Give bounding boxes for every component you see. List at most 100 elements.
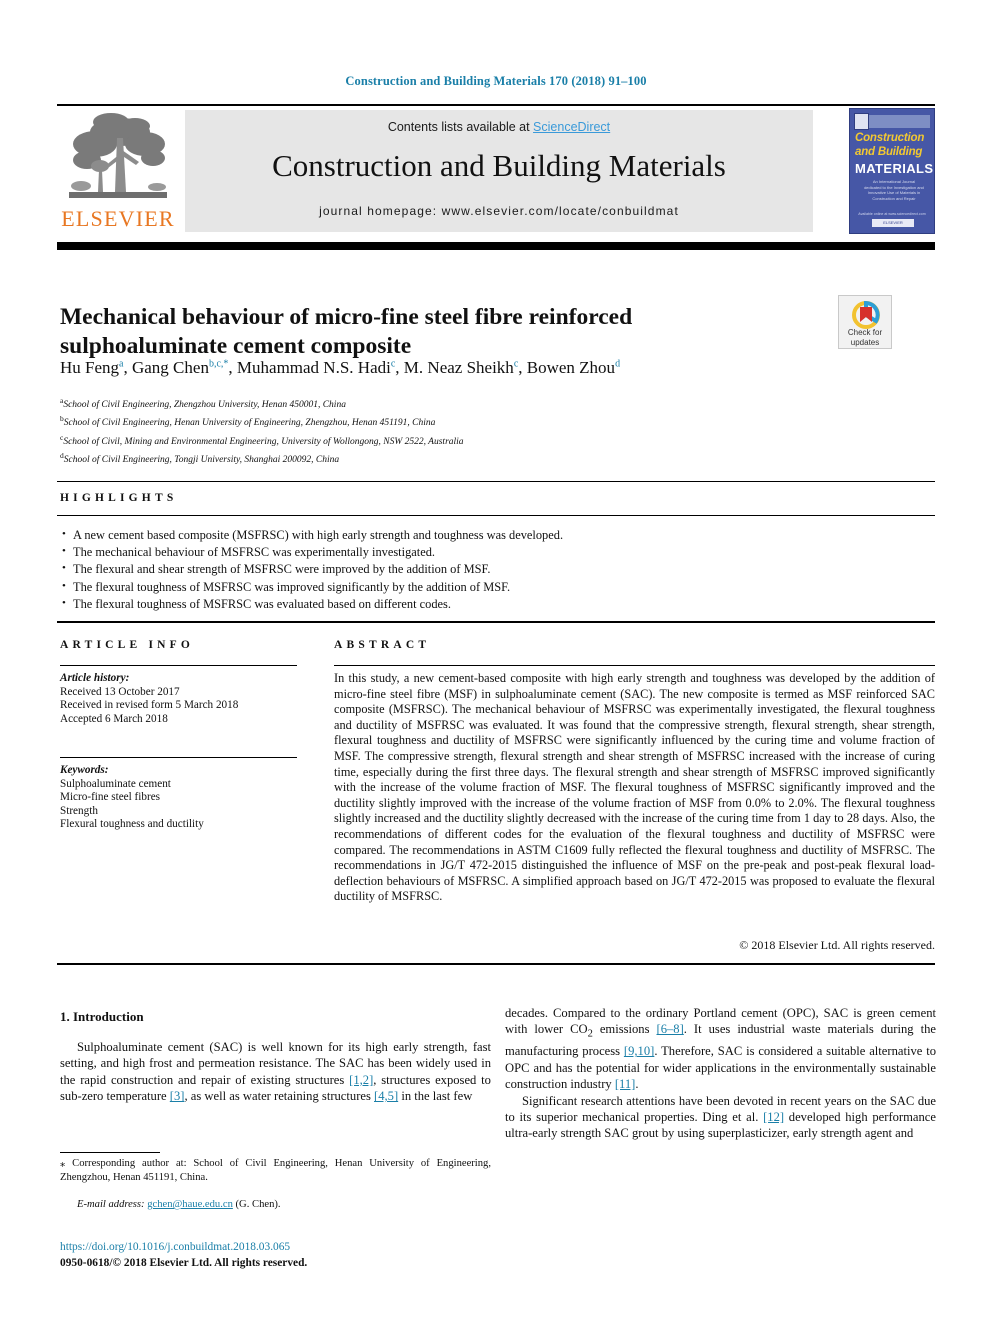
article-history-item: Received 13 October 2017 (60, 685, 180, 698)
highlights-heading: HIGHLIGHTS (60, 492, 178, 504)
list-item: The flexural toughness of MSFRSC was imp… (62, 578, 932, 596)
affiliation-item: bSchool of Civil Engineering, Henan Univ… (60, 412, 760, 430)
cover-emblem-icon (854, 113, 869, 130)
highlights-bottom-rule (57, 621, 935, 623)
elsevier-tree-icon (69, 113, 167, 198)
list-item: The flexural and shear strength of MSFRS… (62, 560, 932, 578)
abstract-bottom-rule (57, 963, 935, 965)
page-title: Mechanical behaviour of micro-fine steel… (60, 303, 633, 359)
body-column-left: Sulphoaluminate cement (SAC) is well kno… (60, 1039, 491, 1105)
elsevier-wordmark: ELSEVIER (61, 206, 175, 231)
keywords-label: Keywords: (60, 764, 109, 776)
citation-link[interactable]: [3] (170, 1089, 185, 1103)
crossmark-label-line2: updates (850, 337, 880, 347)
paragraph: decades. Compared to the ordinary Portla… (505, 1005, 936, 1093)
affiliation-item: dSchool of Civil Engineering, Tongji Uni… (60, 449, 760, 467)
keyword-item: Sulphoaluminate cement (60, 777, 171, 790)
keyword-item: Micro-fine steel fibres (60, 791, 161, 804)
email-owner: (G. Chen). (235, 1199, 281, 1210)
keywords-block: Keywords: Sulphoaluminate cement Micro-f… (60, 764, 300, 832)
citation-link[interactable]: [4,5] (374, 1089, 398, 1103)
author-separator: , (395, 358, 404, 377)
list-item: The flexural toughness of MSFRSC was eva… (62, 595, 932, 613)
cover-title-line1: Construction (855, 132, 925, 144)
journal-masthead: ELSEVIER Contents lists available at Sci… (57, 104, 935, 245)
highlights-mid-rule (57, 515, 935, 516)
footnote-rule (60, 1152, 160, 1153)
author-name: Gang Chen (131, 358, 209, 377)
author-name: M. Neaz Sheikh (403, 358, 514, 377)
email-label: E-mail address: (77, 1199, 145, 1210)
corresponding-author-text: Corresponding author at: School of Civil… (60, 1158, 491, 1183)
email-link[interactable]: gchen@haue.edu.cn (147, 1199, 233, 1210)
article-info-heading: ARTICLE INFO (60, 639, 195, 651)
author-name: Hu Feng (60, 358, 120, 377)
paragraph: Sulphoaluminate cement (SAC) is well kno… (60, 1039, 491, 1105)
article-history-item: Received in revised form 5 March 2018 (60, 699, 239, 712)
affiliation-item: aSchool of Civil Engineering, Zhengzhou … (60, 394, 760, 412)
title-top-rule (57, 243, 935, 250)
paragraph: Significant research attentions have bee… (505, 1093, 936, 1142)
paragraph-text: in the last few (398, 1089, 473, 1104)
author-list: Hu Fenga, Gang Chenb,c,*, Muhammad N.S. … (60, 358, 860, 378)
article-history: Article history: Received 13 October 201… (60, 672, 300, 726)
paper-page: Construction and Building Materials 170 … (0, 0, 992, 1323)
highlights-top-rule (57, 481, 935, 482)
email-note: E-mail address: gchen@haue.edu.cn (G. Ch… (60, 1199, 491, 1210)
crossmark-icon (852, 301, 880, 329)
paragraph-text: , as well as water retaining structures (184, 1089, 375, 1104)
journal-homepage-line[interactable]: journal homepage: www.elsevier.com/locat… (185, 204, 813, 218)
abstract-heading: ABSTRACT (334, 639, 431, 651)
author-affil-marker[interactable]: b,c,* (209, 358, 228, 369)
elsevier-logo: ELSEVIER (59, 110, 177, 234)
citation-link[interactable]: [11] (615, 1077, 636, 1091)
crossmark-label-line1: Check for (847, 328, 883, 337)
cover-title-line3: MATERIALS (855, 161, 934, 176)
citation-link[interactable]: [6–8] (657, 1022, 684, 1036)
citation-link[interactable]: [12] (763, 1110, 784, 1124)
author-separator: , (518, 358, 527, 377)
masthead-top-rule (57, 104, 935, 106)
author-name: Muhammad N.S. Hadi (236, 358, 391, 377)
crossmark-label: Check for updates (839, 328, 891, 347)
abstract-copyright: © 2018 Elsevier Ltd. All rights reserved… (739, 938, 935, 952)
article-history-label: Article history: (60, 672, 130, 684)
affiliation-text: School of Civil, Mining and Environmenta… (63, 436, 464, 447)
doi-link[interactable]: https://doi.org/10.1016/j.conbuildmat.20… (60, 1241, 290, 1253)
running-head: Construction and Building Materials 170 … (345, 74, 647, 88)
journal-cover-thumbnail: Construction and Building MATERIALS An I… (849, 108, 935, 234)
affiliation-list: aSchool of Civil Engineering, Zhengzhou … (60, 394, 760, 467)
cover-footer-label: ELSEVIER (883, 220, 903, 225)
keyword-item: Strength (60, 804, 98, 817)
sciencedirect-link[interactable]: ScienceDirect (533, 120, 610, 134)
paragraph-text: emissions (592, 1022, 657, 1037)
cover-credit: Available online at www.sciencedirect.co… (858, 212, 926, 216)
contents-list-line: Contents lists available at ScienceDirec… (185, 120, 813, 134)
cover-title-line2: and Building (855, 146, 923, 158)
affiliation-text: School of Civil Engineering, Tongji Univ… (63, 455, 340, 466)
list-item: A new cement based composite (MSFRSC) wi… (62, 526, 932, 544)
highlights-list: A new cement based composite (MSFRSC) wi… (62, 526, 932, 613)
issn-copyright-line: 0950-0618/© 2018 Elsevier Ltd. All right… (60, 1257, 308, 1269)
crossmark-check-for-updates-badge[interactable]: Check for updates (838, 295, 892, 349)
keyword-item: Flexural toughness and ductility (60, 818, 204, 831)
journal-title: Construction and Building Materials (272, 148, 726, 183)
article-info-rule (60, 665, 297, 666)
cover-footer-logo: ELSEVIER (872, 219, 914, 227)
author-separator: , (228, 358, 237, 377)
affiliation-text: School of Civil Engineering, Zhengzhou U… (63, 400, 346, 411)
abstract-rule (334, 665, 935, 666)
body-column-right: decades. Compared to the ordinary Portla… (505, 1005, 936, 1142)
article-history-item: Accepted 6 March 2018 (60, 712, 168, 725)
paragraph-text: . (635, 1077, 639, 1092)
affiliation-item: cSchool of Civil, Mining and Environment… (60, 431, 760, 449)
citation-link[interactable]: [1,2] (349, 1073, 373, 1087)
corresponding-author-note: ⁎ Corresponding author at: School of Civ… (60, 1157, 491, 1184)
author-affil-marker[interactable]: d (615, 358, 620, 369)
keywords-rule (60, 757, 297, 758)
abstract-text: In this study, a new cement-based compos… (334, 671, 935, 904)
author-name: Bowen Zhou (526, 358, 616, 377)
journal-band: Contents lists available at ScienceDirec… (185, 110, 813, 232)
affiliation-text: School of Civil Engineering, Henan Unive… (63, 418, 436, 429)
citation-link[interactable]: [9,10] (624, 1044, 654, 1058)
